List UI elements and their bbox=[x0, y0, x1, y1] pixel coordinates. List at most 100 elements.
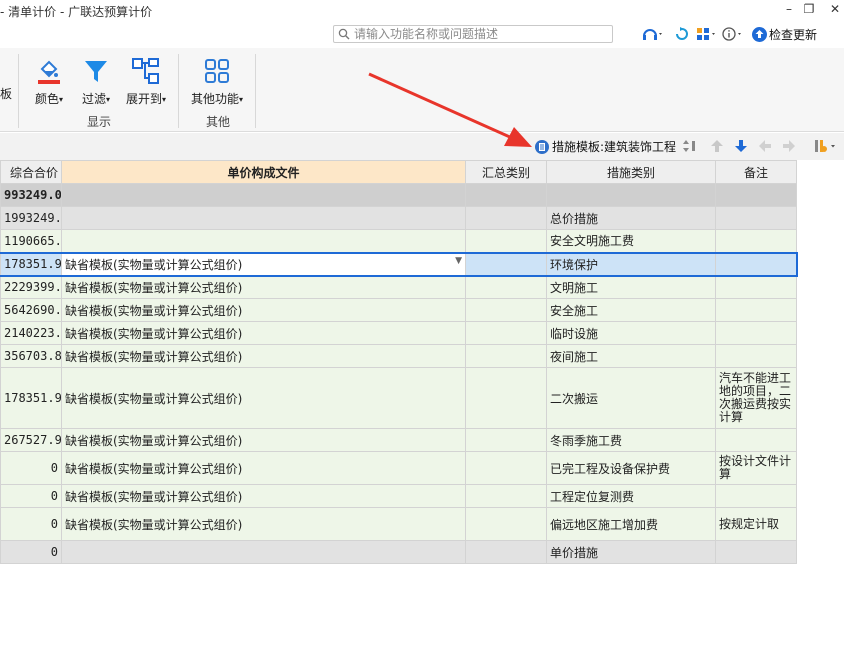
column-header-unit-price-file[interactable]: 单价构成文件 bbox=[61, 160, 466, 184]
cell-summary-category[interactable] bbox=[465, 298, 547, 322]
cell-note[interactable]: 按规定计取 bbox=[715, 507, 797, 541]
cell-summary-category[interactable] bbox=[465, 428, 547, 452]
cell-measure-category[interactable]: 工程定位复测费 bbox=[546, 484, 716, 508]
cell-unit-price-file[interactable]: 缺省模板(实物量或计算公式组价) ▼ bbox=[61, 251, 466, 277]
table-row[interactable]: 267527.91缺省模板(实物量或计算公式组价) 冬雨季施工费 bbox=[0, 428, 797, 452]
cell-amount[interactable]: 0 bbox=[0, 507, 62, 541]
other-functions-button[interactable]: 其他功能▾ bbox=[188, 56, 246, 107]
cell-unit-price-file[interactable]: 缺省模板(实物量或计算公式组价) bbox=[61, 298, 466, 322]
cell-note[interactable] bbox=[715, 275, 797, 299]
cell-unit-price-file[interactable] bbox=[61, 229, 466, 253]
cell-summary-category[interactable] bbox=[465, 540, 547, 564]
cell-summary-category[interactable] bbox=[465, 321, 547, 345]
headset-icon[interactable] bbox=[642, 25, 664, 43]
cell-measure-category[interactable]: 已完工程及设备保护费 bbox=[546, 451, 716, 485]
column-header-note[interactable]: 备注 bbox=[715, 160, 797, 184]
cell-measure-category[interactable]: 环境保护 bbox=[546, 251, 716, 277]
table-row[interactable]: 0 缺省模板(实物量或计算公式组价) 工程定位复测费 bbox=[0, 484, 797, 508]
cell-unit-price-file[interactable]: 缺省模板(实物量或计算公式组价) bbox=[61, 321, 466, 345]
table-row[interactable]: 2140223.31缺省模板(实物量或计算公式组价) 临时设施 bbox=[0, 321, 797, 345]
cell-amount[interactable]: 1190665.34 bbox=[0, 229, 62, 253]
cell-summary-category[interactable] bbox=[465, 251, 547, 277]
cell-summary-category[interactable] bbox=[465, 229, 547, 253]
cell-measure-category[interactable] bbox=[546, 183, 716, 207]
cell-amount[interactable]: 267527.91 bbox=[0, 428, 62, 452]
column-header-measure-category[interactable]: 措施类别 bbox=[546, 160, 716, 184]
cell-measure-category[interactable]: 偏远地区施工增加费 bbox=[546, 507, 716, 541]
cell-amount[interactable]: 5642690.81 bbox=[0, 298, 62, 322]
cell-unit-price-file[interactable] bbox=[61, 206, 466, 230]
cell-measure-category[interactable]: 总价措施 bbox=[546, 206, 716, 230]
move-down-icon[interactable] bbox=[733, 138, 749, 154]
cell-note[interactable] bbox=[715, 428, 797, 452]
cell-measure-category[interactable]: 安全施工 bbox=[546, 298, 716, 322]
cell-measure-category[interactable]: 文明施工 bbox=[546, 275, 716, 299]
measure-template-button[interactable]: 措施模板:建筑装饰工程 bbox=[535, 138, 676, 155]
search-input[interactable] bbox=[354, 26, 608, 42]
move-right-icon[interactable] bbox=[781, 138, 797, 154]
cell-measure-category[interactable]: 夜间施工 bbox=[546, 344, 716, 368]
refresh-icon[interactable] bbox=[674, 25, 690, 43]
ribbon-cut-button[interactable]: 板 bbox=[0, 85, 12, 102]
minimize-button[interactable]: – bbox=[780, 0, 798, 20]
cell-unit-price-file[interactable]: 缺省模板(实物量或计算公式组价) bbox=[61, 507, 466, 541]
cell-amount[interactable]: 356703.89 bbox=[0, 344, 62, 368]
table-row[interactable]: 178351.94缺省模板(实物量或计算公式组价) ▼ 环境保护 bbox=[0, 251, 798, 277]
cell-unit-price-file[interactable]: 缺省模板(实物量或计算公式组价) bbox=[61, 451, 466, 485]
cell-note[interactable]: 汽车不能进工地的项目，二次搬运费按实计算 bbox=[715, 367, 797, 429]
cell-amount[interactable]: 0 bbox=[0, 540, 62, 564]
cell-amount[interactable]: 0 bbox=[0, 451, 62, 485]
dropdown-arrow-icon[interactable]: ▼ bbox=[455, 256, 462, 266]
cell-amount[interactable]: 993249.08 bbox=[0, 183, 62, 207]
table-row[interactable]: 1190665.34 安全文明施工费 bbox=[0, 229, 797, 253]
cell-note[interactable] bbox=[715, 229, 797, 253]
check-update-button[interactable]: 检查更新 bbox=[752, 25, 817, 43]
table-row[interactable]: 0 单价措施 bbox=[0, 540, 797, 564]
cell-amount[interactable]: 2140223.31 bbox=[0, 321, 62, 345]
cell-unit-price-file[interactable]: 缺省模板(实物量或计算公式组价) bbox=[61, 344, 466, 368]
cell-note[interactable]: 按设计文件计算 bbox=[715, 451, 797, 485]
close-button[interactable]: ✕ bbox=[826, 0, 844, 20]
cell-amount[interactable]: 178351.94 bbox=[0, 251, 62, 277]
cell-summary-category[interactable] bbox=[465, 451, 547, 485]
cell-measure-category[interactable]: 安全文明施工费 bbox=[546, 229, 716, 253]
table-row[interactable]: 993249.08 bbox=[0, 183, 797, 207]
move-up-icon[interactable] bbox=[709, 138, 725, 154]
cell-note[interactable] bbox=[715, 321, 797, 345]
cell-unit-price-file[interactable]: 缺省模板(实物量或计算公式组价) bbox=[61, 484, 466, 508]
cell-summary-category[interactable] bbox=[465, 183, 547, 207]
cell-summary-category[interactable] bbox=[465, 367, 547, 429]
cell-note[interactable] bbox=[715, 344, 797, 368]
cell-amount[interactable]: 178351.94 bbox=[0, 367, 62, 429]
cell-note[interactable] bbox=[715, 251, 798, 277]
table-row[interactable]: 5642690.81缺省模板(实物量或计算公式组价) 安全施工 bbox=[0, 298, 797, 322]
move-left-icon[interactable] bbox=[757, 138, 773, 154]
cell-amount[interactable]: 1993249.08 bbox=[0, 206, 62, 230]
info-icon[interactable] bbox=[722, 25, 744, 43]
column-settings-icon[interactable] bbox=[814, 138, 838, 154]
table-row[interactable]: 0 缺省模板(实物量或计算公式组价) 偏远地区施工增加费 按规定计取 bbox=[0, 507, 797, 541]
table-row[interactable]: 1993249.08 总价措施 bbox=[0, 206, 797, 230]
search-box[interactable] bbox=[333, 25, 613, 43]
color-button[interactable]: 颜色▾ bbox=[32, 56, 66, 107]
column-header-amount[interactable]: 综合合价 bbox=[0, 160, 62, 184]
cell-unit-price-file[interactable]: 缺省模板(实物量或计算公式组价) bbox=[61, 275, 466, 299]
cell-unit-price-file[interactable]: 缺省模板(实物量或计算公式组价) bbox=[61, 428, 466, 452]
cell-unit-price-file[interactable] bbox=[61, 183, 466, 207]
column-header-summary-category[interactable]: 汇总类别 bbox=[465, 160, 547, 184]
cell-summary-category[interactable] bbox=[465, 344, 547, 368]
cell-unit-price-file[interactable]: 缺省模板(实物量或计算公式组价) bbox=[61, 367, 466, 429]
sort-icon[interactable] bbox=[682, 138, 698, 154]
cell-unit-price-file[interactable] bbox=[61, 540, 466, 564]
cell-measure-category[interactable]: 二次搬运 bbox=[546, 367, 716, 429]
cell-summary-category[interactable] bbox=[465, 507, 547, 541]
restore-button[interactable]: ❐ bbox=[800, 0, 818, 20]
cell-summary-category[interactable] bbox=[465, 484, 547, 508]
cell-note[interactable] bbox=[715, 298, 797, 322]
table-row[interactable]: 0 缺省模板(实物量或计算公式组价) 已完工程及设备保护费 按设计文件计算 bbox=[0, 451, 797, 485]
cell-note[interactable] bbox=[715, 206, 797, 230]
cell-note[interactable] bbox=[715, 484, 797, 508]
cell-summary-category[interactable] bbox=[465, 275, 547, 299]
cell-amount[interactable]: 2229399.28 bbox=[0, 275, 62, 299]
cell-note[interactable] bbox=[715, 183, 797, 207]
